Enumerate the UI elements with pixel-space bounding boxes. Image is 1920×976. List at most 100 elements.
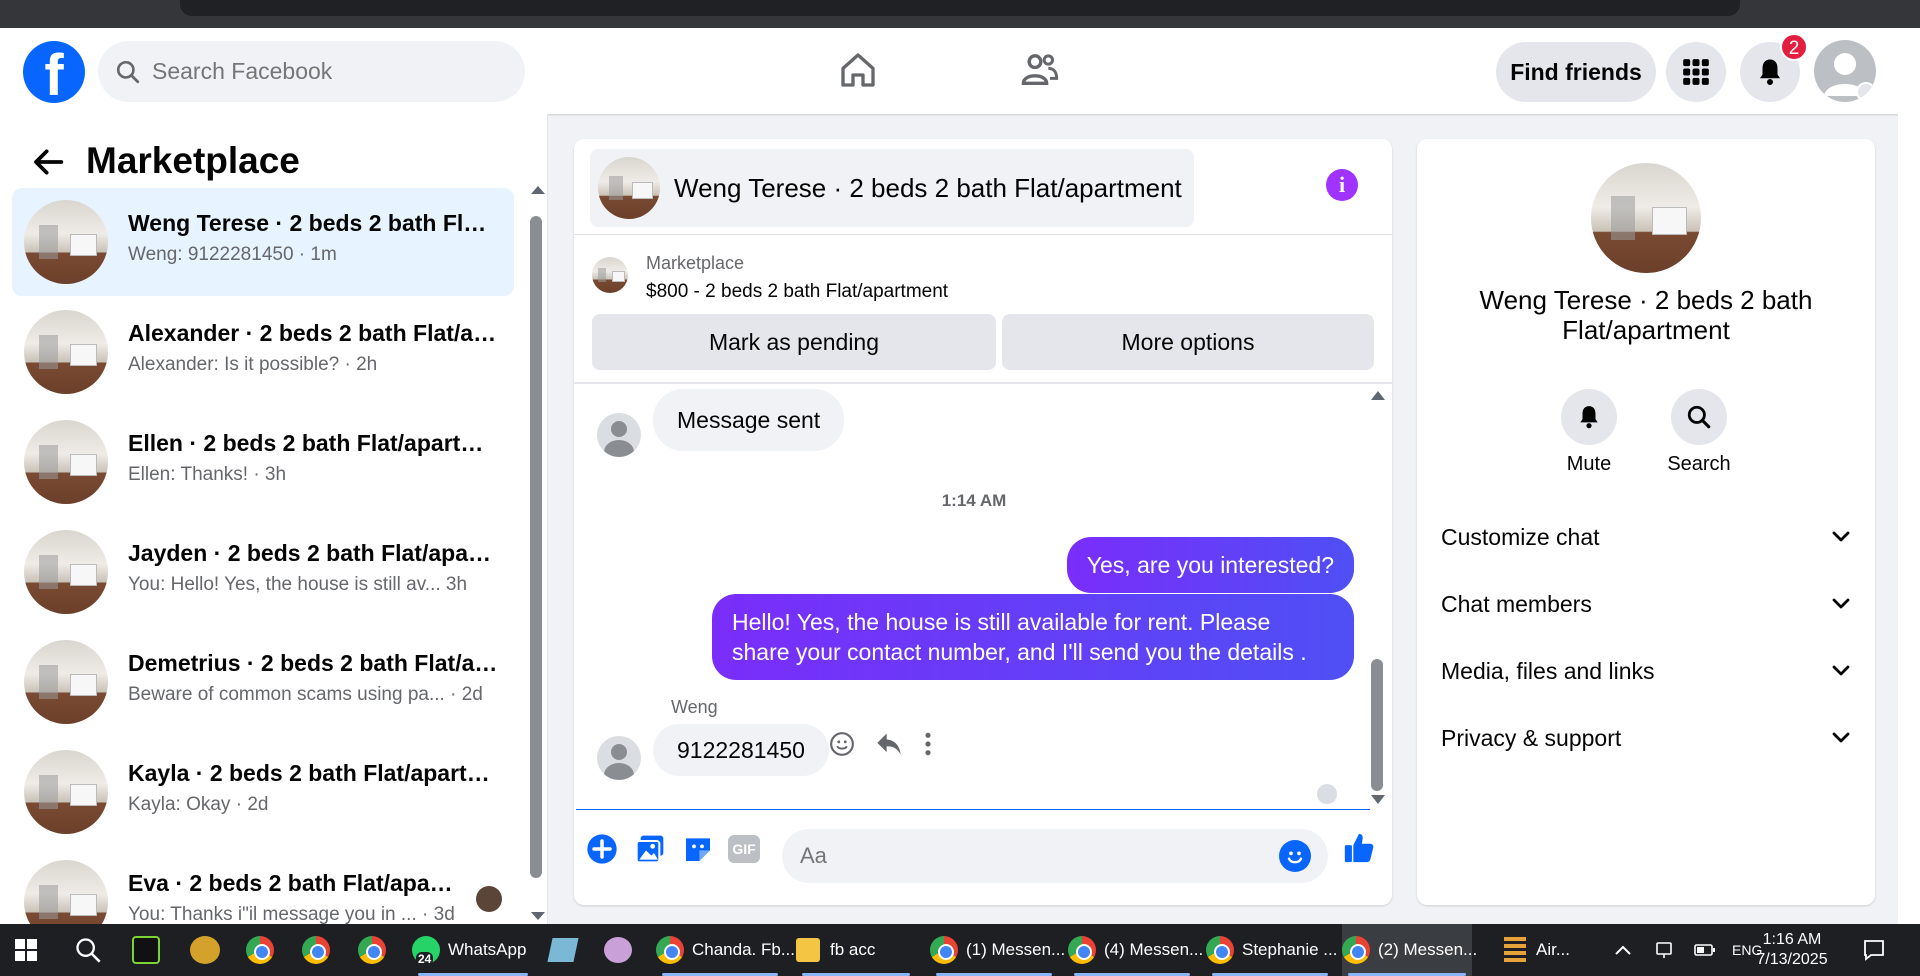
conversation-info-panel: Weng Terese · 2 beds 2 bath Flat/apartme… — [1417, 139, 1875, 905]
more-options-button[interactable]: More options — [1002, 314, 1374, 370]
home-icon[interactable] — [838, 50, 878, 90]
thumbs-up-icon[interactable] — [1342, 831, 1376, 865]
chat-header[interactable]: Weng Terese · 2 beds 2 bath Flat/apartme… — [590, 149, 1194, 227]
scrollbar-thumb[interactable] — [530, 216, 542, 878]
taskbar-chrome-profile[interactable] — [302, 924, 338, 976]
whatsapp-unread-badge: 24 — [416, 952, 434, 966]
notification-center-button[interactable] — [1862, 924, 1892, 976]
react-emoji-icon[interactable] — [829, 731, 855, 757]
taskbar-app-icon[interactable] — [190, 924, 222, 976]
scroll-down-icon[interactable] — [530, 910, 546, 922]
system-clock[interactable]: 1:16 AM 7/13/2025 — [1746, 930, 1838, 970]
chrome-icon — [1068, 936, 1096, 964]
account-avatar[interactable] — [1814, 40, 1876, 102]
customize-chat-section[interactable]: Customize chat — [1441, 517, 1851, 557]
gif-button[interactable]: GIF — [728, 835, 760, 863]
mute-button[interactable]: Mute — [1544, 389, 1634, 476]
chevron-down-icon — [1832, 598, 1850, 609]
taskbar-app-icon[interactable] — [547, 924, 586, 976]
taskbar-label: fb acc — [830, 940, 876, 959]
sender-avatar[interactable] — [597, 413, 641, 457]
listing-price-title[interactable]: $800 - 2 beds 2 bath Flat/apartment — [646, 281, 948, 303]
battery-button[interactable] — [1694, 924, 1718, 976]
display-icon — [1656, 942, 1672, 958]
add-more-icon[interactable] — [586, 833, 618, 865]
taskbar-label: (2) Messen... — [1378, 940, 1478, 959]
section-label: Customize chat — [1441, 524, 1600, 550]
taskbar-whatsapp[interactable]: 24 WhatsApp — [412, 924, 534, 976]
listing-thumbnail — [24, 420, 108, 504]
more-vertical-icon[interactable] — [923, 731, 933, 757]
page-scrollbar[interactable] — [1898, 28, 1920, 924]
message-composer[interactable] — [782, 829, 1328, 883]
taskbar-chrome[interactable] — [246, 924, 282, 976]
sender-avatar[interactable] — [597, 736, 641, 780]
chevron-up-icon — [1615, 945, 1631, 955]
conversation-item[interactable]: Eva · 2 beds 2 bath Flat/apartment You: … — [12, 848, 514, 924]
taskbar-chrome-profile[interactable] — [358, 924, 394, 976]
message-bubble-outgoing[interactable]: Hello! Yes, the house is still available… — [712, 594, 1354, 680]
start-button[interactable] — [14, 924, 46, 976]
bell-icon — [1580, 406, 1598, 429]
conversation-preview: Ellen: Thanks! · 3h — [128, 464, 287, 485]
paint-app-icon — [604, 937, 632, 963]
section-label: Privacy & support — [1441, 725, 1622, 751]
search-icon — [1687, 405, 1711, 429]
mark-as-pending-button[interactable]: Mark as pending — [592, 314, 996, 370]
game-app-icon — [190, 936, 220, 964]
taskbar-window[interactable]: fb acc — [796, 924, 916, 976]
taskbar-window[interactable]: Chanda. Fb... — [656, 924, 795, 976]
chat-scrollbar-thumb[interactable] — [1371, 659, 1383, 791]
message-input[interactable] — [800, 829, 1260, 883]
reply-icon[interactable] — [875, 731, 903, 757]
emoji-icon[interactable] — [1279, 840, 1311, 872]
conversation-item[interactable]: Alexander · 2 beds 2 bath Flat/apartment… — [12, 298, 514, 406]
chevron-down-icon — [1832, 665, 1850, 676]
info-icon[interactable]: i — [1326, 169, 1358, 201]
find-friends-button[interactable]: Find friends — [1496, 42, 1656, 102]
conversation-item[interactable]: Ellen · 2 beds 2 bath Flat/apartment Ell… — [12, 408, 514, 516]
taskbar-search-button[interactable] — [74, 924, 106, 976]
taskbar-window[interactable]: (4) Messen... — [1068, 924, 1203, 976]
conversation-item[interactable]: Demetrius · 2 beds 2 bath Flat/apartment… — [12, 628, 514, 736]
taskbar-window[interactable]: (1) Messen... — [930, 924, 1065, 976]
marketplace-label: Marketplace — [646, 253, 745, 273]
menu-button[interactable] — [1666, 42, 1726, 102]
network-button[interactable] — [1654, 924, 1678, 976]
listing-thumbnail — [24, 530, 108, 614]
message-bubble-incoming[interactable]: Message sent — [653, 389, 845, 451]
attach-photo-icon[interactable] — [634, 833, 666, 865]
back-arrow-icon[interactable] — [32, 148, 64, 176]
chat-members-section[interactable]: Chat members — [1441, 584, 1851, 624]
message-bubble-outgoing[interactable]: Yes, are you interested? — [1066, 537, 1354, 593]
scroll-up-icon[interactable] — [1371, 391, 1385, 400]
divider — [574, 234, 1392, 235]
composer-divider — [576, 809, 1370, 810]
address-bar[interactable] — [180, 0, 1740, 16]
conversation-item[interactable]: Jayden · 2 beds 2 bath Flat/apartment Yo… — [12, 518, 514, 626]
listing-photo[interactable] — [1591, 163, 1701, 273]
sticker-icon[interactable] — [682, 833, 714, 865]
taskbar-app-icon[interactable] — [604, 924, 640, 976]
taskbar-app-icon[interactable] — [132, 924, 164, 976]
section-label: Chat members — [1441, 591, 1592, 617]
conversation-item[interactable]: Kayla · 2 beds 2 bath Flat/apartment Kay… — [12, 738, 514, 846]
facebook-logo[interactable]: f — [23, 41, 85, 103]
media-files-links-section[interactable]: Media, files and links — [1441, 651, 1851, 691]
taskbar-window-active[interactable]: (2) Messen... — [1342, 924, 1477, 976]
search-input[interactable] — [152, 41, 512, 102]
conversation-item-active[interactable]: Weng Terese · 2 beds 2 bath Flat/apartme… — [12, 188, 514, 296]
taskbar-window[interactable]: Stephanie ... — [1206, 924, 1337, 976]
marketplace-header: Marketplace — [0, 134, 540, 190]
search-bar[interactable] — [98, 41, 525, 102]
show-hidden-icons-button[interactable] — [1614, 924, 1634, 976]
privacy-support-section[interactable]: Privacy & support — [1441, 718, 1851, 758]
search-in-conversation-button[interactable]: Search — [1654, 389, 1744, 476]
scroll-down-icon[interactable] — [1371, 795, 1385, 804]
friends-icon[interactable] — [1020, 50, 1060, 90]
windows-logo-icon — [15, 939, 37, 961]
scroll-up-icon[interactable] — [530, 184, 546, 196]
weather-widget[interactable]: Air... — [1504, 924, 1584, 976]
message-bubble-incoming[interactable]: 9122281450 — [653, 724, 829, 776]
listing-thumbnail-small — [592, 257, 628, 293]
